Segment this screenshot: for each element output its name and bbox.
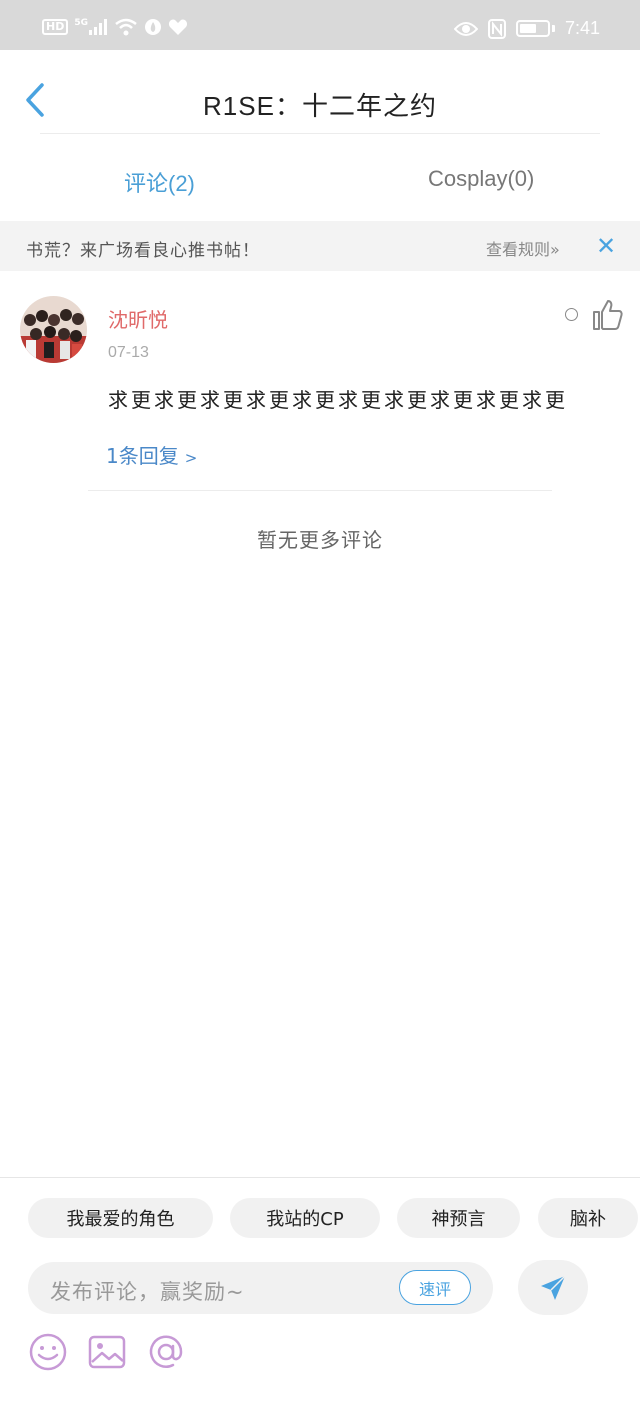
notice-banner: 书荒？来广场看良心推书帖！ 查看规则» ✕	[0, 221, 640, 271]
send-icon	[541, 1274, 566, 1300]
status-bar-left: HD 5G	[42, 18, 188, 36]
like-count-indicator	[565, 308, 578, 321]
signal-icon	[89, 19, 107, 35]
page-title: R1SE：十二年之约	[203, 91, 437, 121]
network-type: 5G	[74, 18, 88, 28]
no-more-comments: 暂无更多评论	[257, 528, 383, 552]
notice-text[interactable]: 书荒？来广场看良心推书帖！	[26, 236, 260, 261]
chevron-right-icon: >	[184, 449, 198, 467]
comment-item: 沈昕悦 07-13 求更求更求更求更求更求更求更求更求更求更 1条回复 >	[0, 280, 640, 492]
send-button[interactable]	[518, 1260, 588, 1315]
comment-date: 07-13	[108, 344, 149, 361]
tab-comments[interactable]: 评论(2)	[124, 166, 195, 198]
header-divider	[40, 133, 600, 134]
close-icon[interactable]: ✕	[596, 232, 616, 260]
chip-imagination[interactable]: 脑补	[538, 1198, 638, 1238]
emoji-icon[interactable]	[28, 1332, 68, 1372]
hd-badge: HD	[42, 19, 69, 35]
chip-prophecy[interactable]: 神预言	[397, 1198, 520, 1238]
comment-divider	[88, 490, 552, 491]
wifi-icon	[115, 18, 137, 36]
battery-icon	[515, 20, 550, 37]
chip-favorite-character[interactable]: 我最爱的角色	[28, 1198, 213, 1238]
view-rules-link[interactable]: 查看规则»	[486, 236, 560, 260]
status-bar-right: 7:41	[453, 18, 600, 39]
comment-username[interactable]: 沈昕悦	[108, 304, 168, 333]
battery-nub	[551, 25, 555, 32]
tab-cosplay[interactable]: Cosplay(0)	[428, 166, 534, 192]
avatar[interactable]	[20, 296, 87, 363]
avatar-image	[20, 296, 87, 363]
chip-my-cp[interactable]: 我站的CP	[230, 1198, 380, 1238]
status-bar: HD 5G 7:41	[0, 0, 640, 50]
eye-icon	[453, 21, 478, 36]
comment-input-placeholder: 发布评论，赢奖励~	[50, 1280, 245, 1304]
image-icon[interactable]	[87, 1332, 127, 1372]
nfc-icon	[487, 18, 506, 39]
quick-review-button[interactable]: 速评	[399, 1270, 471, 1305]
mention-icon[interactable]	[146, 1332, 186, 1372]
thumbs-up-icon	[593, 300, 623, 330]
comment-body: 求更求更求更求更求更求更求更求更求更求更	[108, 388, 568, 412]
header: R1SE：十二年之约	[0, 50, 640, 134]
reply-link[interactable]: 1条回复 >	[106, 440, 197, 469]
heart-icon	[168, 19, 188, 35]
quick-tag-chips: 我最爱的角色 我站的CP 神预言 脑补	[0, 1198, 640, 1240]
reply-link-label: 1条回复	[106, 444, 179, 468]
like-button[interactable]	[590, 298, 624, 332]
status-time: 7:41	[564, 18, 600, 38]
fire-icon	[145, 19, 161, 35]
tabs: 评论(2) Cosplay(0)	[0, 140, 640, 220]
comment-composer: 我最爱的角色 我站的CP 神预言 脑补 发布评论，赢奖励~ 速评	[0, 1177, 640, 1422]
